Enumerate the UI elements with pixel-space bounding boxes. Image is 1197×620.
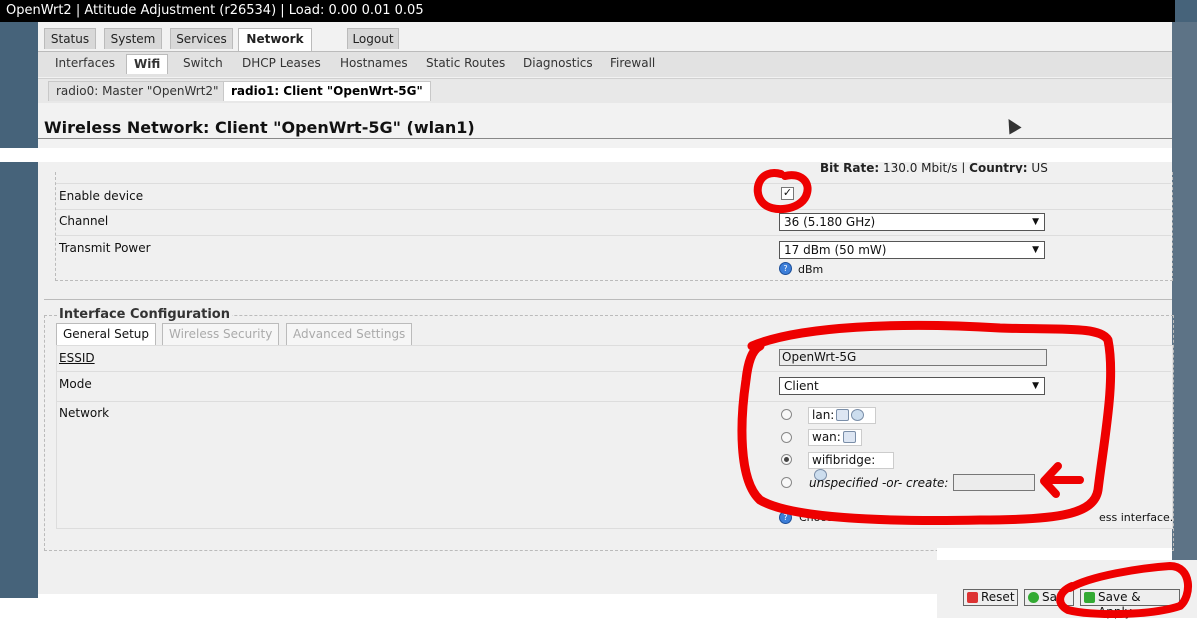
highlight-circle-checkbox [753,169,812,214]
highlight-circle-save-apply [1056,561,1193,618]
arrow-icon [1040,462,1084,498]
annotation-overlay [737,169,1193,618]
